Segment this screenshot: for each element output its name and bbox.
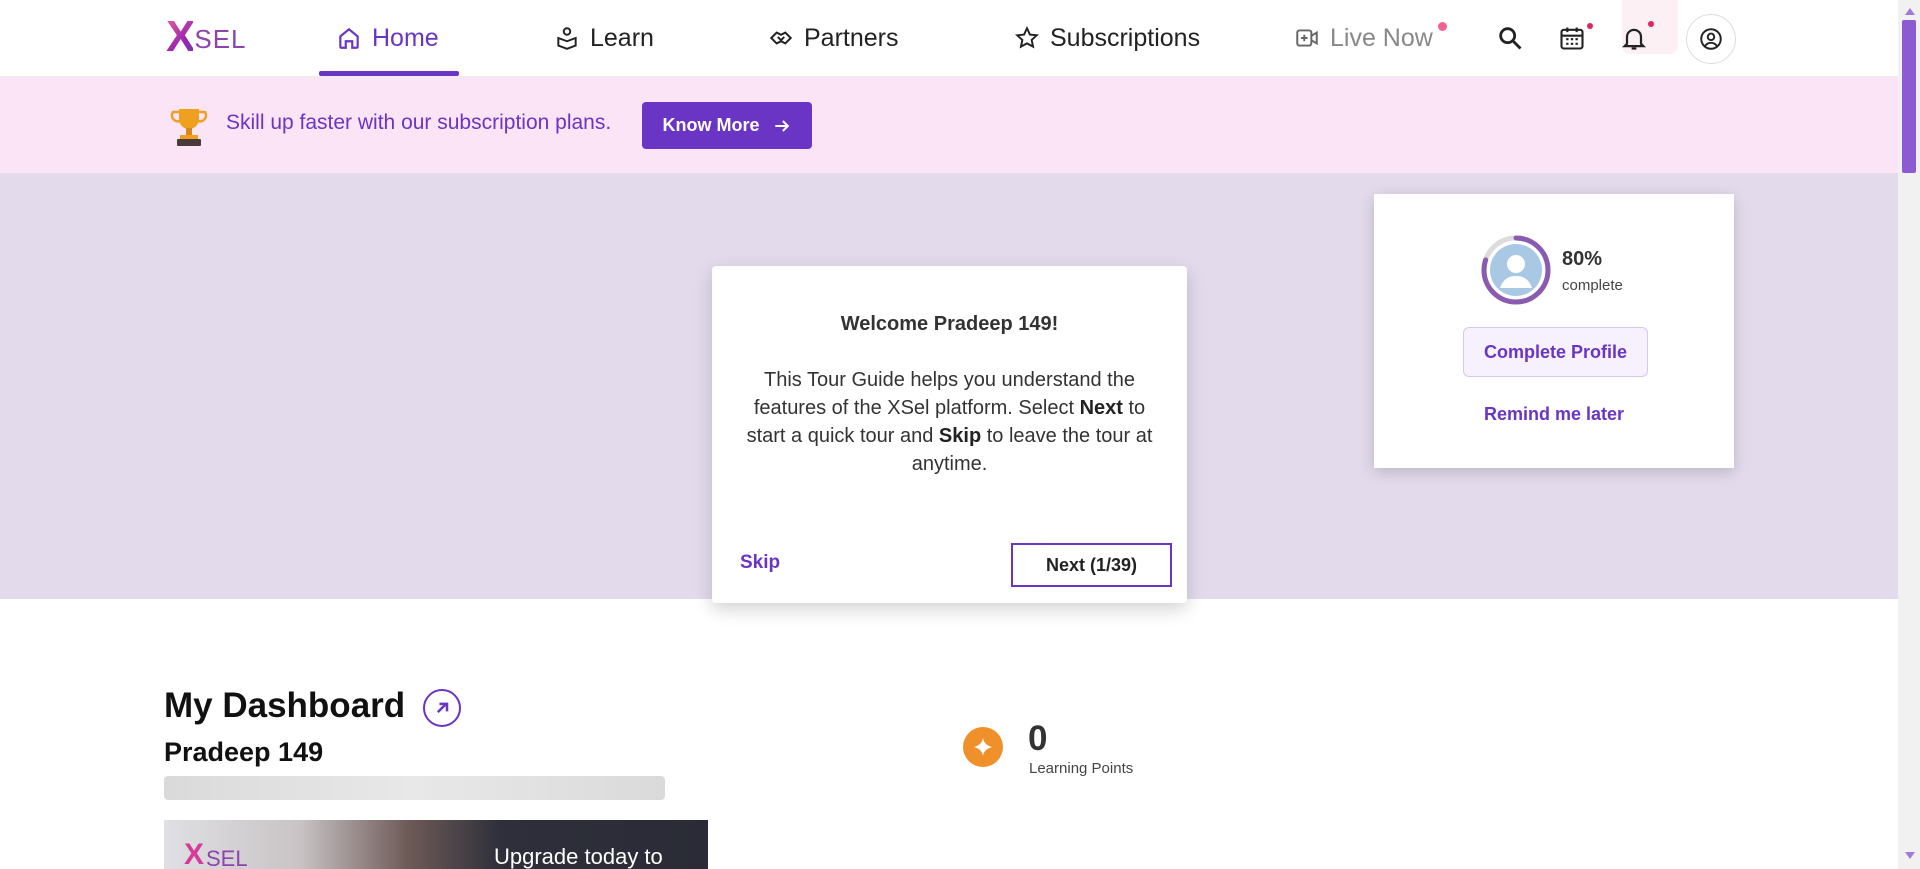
home-icon (339, 27, 359, 49)
scrollbar-thumb[interactable] (1902, 20, 1916, 173)
nav-live-now-label: Live Now (1330, 23, 1433, 52)
arrow-right-icon (774, 119, 789, 132)
profile-percent-label: complete (1562, 277, 1623, 294)
promo-logo-mark: X (184, 838, 205, 869)
tour-description: This Tour Guide helps you understand the… (745, 366, 1154, 478)
banner-text: Skill up faster with our subscription pl… (226, 111, 612, 134)
tour-title: Welcome Pradeep 149! (840, 313, 1059, 335)
remind-later-link[interactable]: Remind me later (1374, 404, 1734, 425)
know-more-label: Know More (662, 115, 760, 135)
logo-mark: X (166, 12, 195, 61)
trophy-icon (170, 109, 208, 146)
nav-subscriptions[interactable]: Subscriptions (1014, 0, 1200, 76)
learning-points-label: Learning Points (1029, 760, 1134, 777)
learning-points-icon (963, 727, 1003, 767)
calendar-button[interactable] (1552, 18, 1592, 58)
search-button[interactable] (1490, 18, 1530, 58)
nav-home[interactable]: Home (336, 0, 439, 76)
search-icon (1499, 27, 1522, 50)
tour-skip-button[interactable]: Skip (740, 552, 780, 574)
learn-icon (557, 27, 577, 50)
star-icon (1015, 25, 1039, 49)
nav-partners[interactable]: Partners (768, 0, 898, 76)
user-name: Pradeep 149 (164, 737, 324, 767)
profile-percent: 80% (1562, 248, 1603, 270)
scroll-up-arrow-icon[interactable] (1905, 8, 1915, 15)
nav-learn[interactable]: Learn (554, 0, 654, 76)
calendar-icon (1560, 27, 1584, 50)
nav-live-now[interactable]: Live Now (1294, 0, 1433, 76)
scroll-down-arrow-icon[interactable] (1905, 852, 1915, 859)
sparkle-icon (973, 737, 993, 757)
bell-icon (1621, 28, 1647, 50)
promo-logo-text: SEL (206, 846, 248, 869)
notification-badge-dot (1648, 21, 1654, 27)
active-tab-indicator (319, 71, 459, 76)
tour-skip-emphasis: Skip (938, 425, 982, 447)
tour-next-button[interactable]: Next (1/39) (1011, 543, 1172, 587)
profile-menu-button[interactable] (1686, 14, 1736, 64)
nav-home-label: Home (372, 23, 439, 52)
complete-profile-button[interactable]: Complete Profile (1463, 327, 1648, 377)
upgrade-promo-image[interactable]: X SEL Upgrade today to (164, 820, 708, 869)
upgrade-promo-text: Upgrade today to (494, 844, 663, 869)
logo-text: SEL (194, 23, 247, 54)
arrow-up-right-icon (436, 702, 449, 714)
calendar-badge-dot (1587, 23, 1593, 29)
tour-next-emphasis: Next (1079, 397, 1123, 419)
profile-progress-ring (1481, 235, 1551, 305)
learning-points-value: 0 (1028, 719, 1048, 758)
dashboard-title: My Dashboard (164, 686, 406, 725)
nav-subscriptions-label: Subscriptions (1050, 23, 1201, 52)
video-icon (1296, 29, 1318, 47)
tour-text-part: This Tour Guide helps you understand the… (753, 369, 1135, 419)
user-circle-icon (1700, 28, 1722, 50)
xsel-logo[interactable]: X SEL (166, 14, 246, 60)
nav-partners-label: Partners (804, 23, 899, 52)
loading-placeholder-bar (164, 776, 665, 800)
know-more-button[interactable]: Know More (642, 102, 812, 149)
open-dashboard-button[interactable] (423, 689, 461, 727)
top-navigation: X SEL Home Learn Partners Subscriptions … (0, 0, 1898, 77)
nav-learn-label: Learn (590, 23, 654, 52)
live-indicator-dot (1438, 22, 1447, 31)
partners-icon (769, 31, 793, 45)
